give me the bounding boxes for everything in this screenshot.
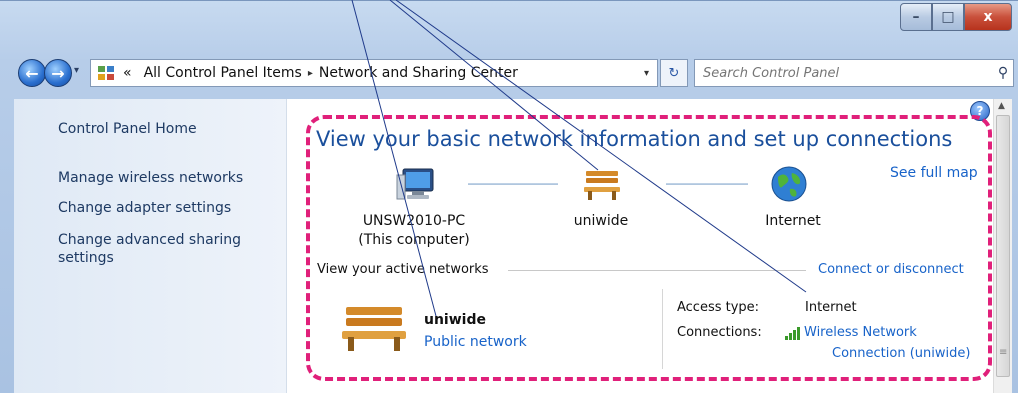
node-computer-name: UNSW2010-PC <box>362 213 466 229</box>
access-type-label: Access type: <box>677 300 760 315</box>
task-pane: Control Panel Home Manage wireless netwo… <box>14 99 287 393</box>
active-network-name: uniwide <box>424 312 486 328</box>
sidebar-item-manage-wireless-networks[interactable]: Manage wireless networks <box>58 170 243 186</box>
minimize-button[interactable]: – <box>900 3 932 31</box>
vertical-scrollbar[interactable]: ▲ ≡ <box>993 99 1012 393</box>
sidebar-item-change-advanced-sharing[interactable]: Change advanced sharing <box>58 232 241 248</box>
search-box[interactable]: ⚲ <box>694 59 1014 87</box>
highlight-box <box>306 115 992 381</box>
scroll-thumb[interactable] <box>996 115 1010 377</box>
explorer-window: – □ x ← → ▾ « All Control Panel Items ▸ … <box>0 0 1018 393</box>
scroll-grip-icon: ≡ <box>999 347 1008 358</box>
search-icon[interactable]: ⚲ <box>993 65 1013 81</box>
active-networks-label: View your active networks <box>317 262 489 277</box>
page-title: View your basic network information and … <box>316 127 953 151</box>
signal-strength-icon <box>784 325 802 344</box>
sidebar-item-control-panel-home[interactable]: Control Panel Home <box>58 121 197 137</box>
sidebar-item-change-advanced-sharing-line2[interactable]: settings <box>58 250 114 266</box>
connect-or-disconnect-link[interactable]: Connect or disconnect <box>818 262 964 277</box>
forward-button[interactable]: → <box>44 59 72 87</box>
breadcrumb-network-and-sharing-center[interactable]: Network and Sharing Center <box>319 65 518 81</box>
refresh-button[interactable]: ↻ <box>660 59 688 87</box>
control-panel-icon <box>95 64 117 82</box>
wireless-connection-link[interactable]: Wireless Network <box>804 325 917 340</box>
node-network-name: uniwide <box>573 213 629 229</box>
connections-label: Connections: <box>677 325 762 340</box>
search-input[interactable] <box>701 61 993 85</box>
connection-line <box>468 183 558 185</box>
globe-icon[interactable] <box>770 165 808 207</box>
column-divider <box>662 289 663 369</box>
node-computer-sub: (This computer) <box>358 232 470 248</box>
address-bar[interactable]: « All Control Panel Items ▸ Network and … <box>90 59 658 87</box>
network-type-link[interactable]: Public network <box>424 334 527 350</box>
back-button[interactable]: ← <box>18 59 46 87</box>
node-internet-name: Internet <box>765 213 821 229</box>
computer-icon[interactable] <box>395 167 439 207</box>
see-full-map-link[interactable]: See full map <box>890 165 978 181</box>
breadcrumb-overflow[interactable]: « <box>123 65 132 81</box>
breadcrumb-all-control-panel-items[interactable]: All Control Panel Items <box>144 65 302 81</box>
address-dropdown-icon[interactable]: ▾ <box>644 68 649 79</box>
navigation-bar: ← → ▾ « All Control Panel Items ▸ Networ… <box>18 55 1014 89</box>
close-button[interactable]: x <box>964 3 1012 31</box>
bench-icon <box>340 303 408 357</box>
caption-buttons: – □ x <box>900 3 1012 31</box>
bench-icon[interactable] <box>582 167 622 205</box>
recent-pages-dropdown[interactable]: ▾ <box>74 65 79 76</box>
scroll-up-icon[interactable]: ▲ <box>998 101 1005 111</box>
connection-line <box>666 183 748 185</box>
access-type-value: Internet <box>805 300 857 315</box>
sidebar-item-change-adapter-settings[interactable]: Change adapter settings <box>58 200 231 216</box>
section-divider <box>508 270 806 271</box>
breadcrumb-separator-icon[interactable]: ▸ <box>308 68 313 79</box>
wireless-connection-link-line2[interactable]: Connection (uniwide) <box>832 346 970 361</box>
maximize-button[interactable]: □ <box>932 3 964 31</box>
